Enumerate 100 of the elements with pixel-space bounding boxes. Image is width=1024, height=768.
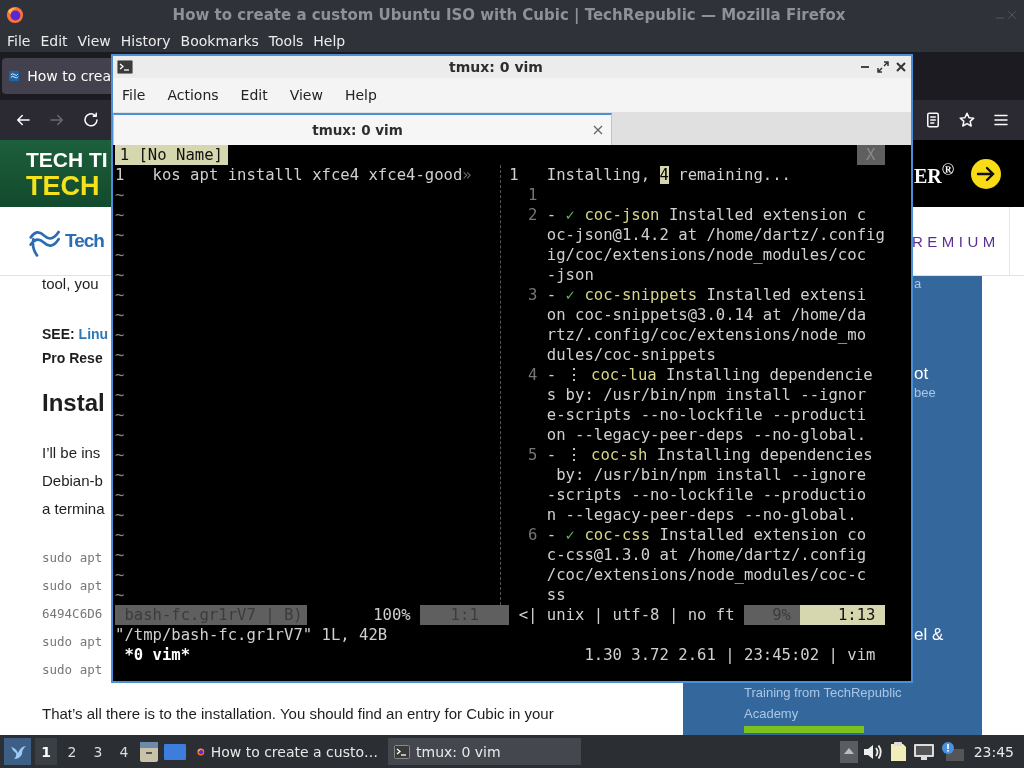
terminal-line: on coc-snippets@3.0.14 at /home/da — [546, 305, 867, 325]
menu-item[interactable]: Help — [344, 87, 377, 103]
terminal-line: - ⋮ coc-lua Installing dependencie — [546, 365, 873, 385]
terminal-line: dules/coc-snippets — [546, 345, 716, 365]
menu-item[interactable]: View — [289, 87, 323, 103]
menu-item[interactable]: File — [7, 33, 31, 49]
banner-text: TECH TI — [26, 147, 108, 172]
status-segment: 1:13 — [800, 605, 885, 625]
empty-line-marker: ~ — [115, 245, 125, 265]
status-text: <| unix | utf-8 | no ft — [517, 605, 735, 625]
logo-text: Tech — [65, 230, 104, 252]
notification-icon[interactable] — [939, 740, 966, 763]
file-cabinet-icon[interactable] — [139, 740, 159, 763]
workspace-button[interactable]: 1 — [35, 738, 57, 765]
menu-item[interactable]: View — [77, 33, 111, 49]
workspace-button[interactable]: 3 — [87, 738, 109, 765]
terminal-line: /coc/extensions/node_modules/coc-c — [546, 565, 867, 585]
sidebar-caption: bee — [914, 385, 937, 401]
terminal-line: - ⋮ coc-sh Installing dependencies — [546, 445, 873, 465]
overflow-marker: » — [462, 165, 472, 185]
window-title: tmux: 0 vim — [448, 59, 544, 75]
banner-text: TECH — [26, 171, 100, 200]
terminal-line: on --legacy-peer-deps --no-global. — [546, 425, 867, 445]
terminal-line: n --legacy-peer-deps --no-global. — [546, 505, 857, 525]
empty-line-marker: ~ — [115, 325, 125, 345]
line-number: 2 — [527, 205, 539, 225]
line-number: 6 — [527, 525, 539, 545]
terminal-line: ig/coc/extensions/node_modules/coc — [546, 245, 867, 265]
terminal-line: - ✓ coc-snippets Installed extensi — [546, 285, 867, 305]
buffer-tab[interactable]: 1 [No Name] — [115, 145, 228, 165]
code-line: 6494C6D6 — [42, 605, 103, 623]
line-number: 1 — [115, 165, 126, 185]
sidebar-title[interactable]: el & — [914, 624, 982, 646]
empty-line-marker: ~ — [115, 345, 125, 365]
paragraph-line: I’ll be ins — [42, 443, 101, 463]
empty-line-marker: ~ — [115, 405, 125, 425]
menu-item[interactable]: Tools — [268, 33, 304, 49]
terminal-line: Installing, 4 remaining... — [546, 165, 791, 185]
menu-item[interactable]: History — [120, 33, 171, 49]
terminal-line: by: /usr/bin/npm install --ignore — [555, 465, 867, 485]
tray-expand-icon[interactable] — [839, 740, 858, 763]
taskbar-task[interactable]: tmux: 0 vim — [388, 738, 581, 765]
code-line: sudo apt — [42, 549, 103, 567]
status-text: 100% — [372, 605, 412, 625]
clock: 23:45 — [972, 743, 1015, 760]
terminal-line: oc-json@1.4.2 at /home/dartz/.config — [546, 225, 885, 245]
code-line: sudo apt — [42, 633, 103, 651]
terminal-line: kos apt installl xfce4 xfce4-good — [152, 165, 463, 185]
menu-item[interactable]: Actions — [167, 87, 219, 103]
empty-line-marker: ~ — [115, 565, 125, 585]
line-number: 3 — [527, 285, 539, 305]
paragraph-line: Pro Rese — [42, 349, 103, 368]
workspace-button[interactable]: 4 — [113, 738, 135, 765]
close-icon[interactable] — [593, 125, 603, 135]
workspace-button[interactable]: 2 — [61, 738, 83, 765]
start-button[interactable] — [4, 738, 31, 765]
terminal-tab[interactable]: tmux: 0 vim — [113, 113, 612, 145]
empty-line-marker: ~ — [115, 465, 125, 485]
terminal-line: -json — [546, 265, 594, 285]
line-number: 4 — [527, 365, 539, 385]
paragraph-line: Debian-b — [42, 471, 103, 491]
line-number: 1 — [509, 165, 520, 185]
empty-line-marker: ~ — [115, 185, 125, 205]
terminal-icon — [117, 60, 133, 74]
empty-line-marker: ~ — [115, 485, 125, 505]
premium-link[interactable]: REMIUM — [912, 232, 1000, 250]
browser-tab[interactable]: How to crea — [2, 58, 111, 94]
code-line: sudo apt — [42, 661, 103, 679]
window-title: How to create a custom Ubuntu ISO with Cubic | TechRepublic — Mozilla Firefox — [171, 6, 847, 24]
article-link[interactable]: Linu — [78, 326, 109, 342]
site-icon — [9, 68, 20, 84]
reader-view-icon[interactable] — [924, 111, 942, 129]
tmux-status-text: 1.30 3.72 2.61 | 23:45:02 | vim — [584, 645, 877, 665]
empty-line-marker: ~ — [115, 225, 125, 245]
menu-item[interactable]: Edit — [240, 87, 268, 103]
empty-line-marker: ~ — [115, 365, 125, 385]
terminal-line: -scripts --no-lockfile --productio — [546, 485, 867, 505]
menu-item[interactable]: Edit — [40, 33, 68, 49]
menu-item[interactable]: File — [122, 87, 146, 103]
reload-icon[interactable] — [82, 111, 100, 129]
maximize-icon[interactable] — [877, 61, 889, 73]
terminal-line: - ✓ coc-json Installed extension c — [546, 205, 867, 225]
paragraph-line: That’s all there is to the installation. You should find an entry for Cubic in your — [42, 704, 554, 724]
sidebar-title[interactable]: ot — [914, 363, 982, 385]
empty-line-marker: ~ — [115, 425, 125, 445]
taskbar-task[interactable]: How to create a custo… — [191, 738, 384, 765]
close-icon[interactable] — [895, 61, 907, 73]
bookmark-star-icon[interactable] — [958, 111, 976, 129]
menu-item[interactable]: Help — [313, 33, 346, 49]
sidebar-caption: Academy — [744, 705, 800, 723]
menu-item[interactable]: Bookmarks — [180, 33, 259, 49]
line-number: 1 — [527, 185, 539, 205]
empty-line-marker: ~ — [115, 445, 125, 465]
terminal-icon — [394, 744, 410, 759]
network-icon[interactable] — [911, 741, 936, 762]
empty-line-marker: ~ — [115, 585, 125, 605]
empty-line-marker: ~ — [115, 505, 125, 525]
desktop-icon[interactable] — [163, 741, 187, 762]
empty-line-marker: ~ — [115, 545, 125, 565]
tmux-window-label[interactable]: *0 vim* — [115, 645, 191, 665]
